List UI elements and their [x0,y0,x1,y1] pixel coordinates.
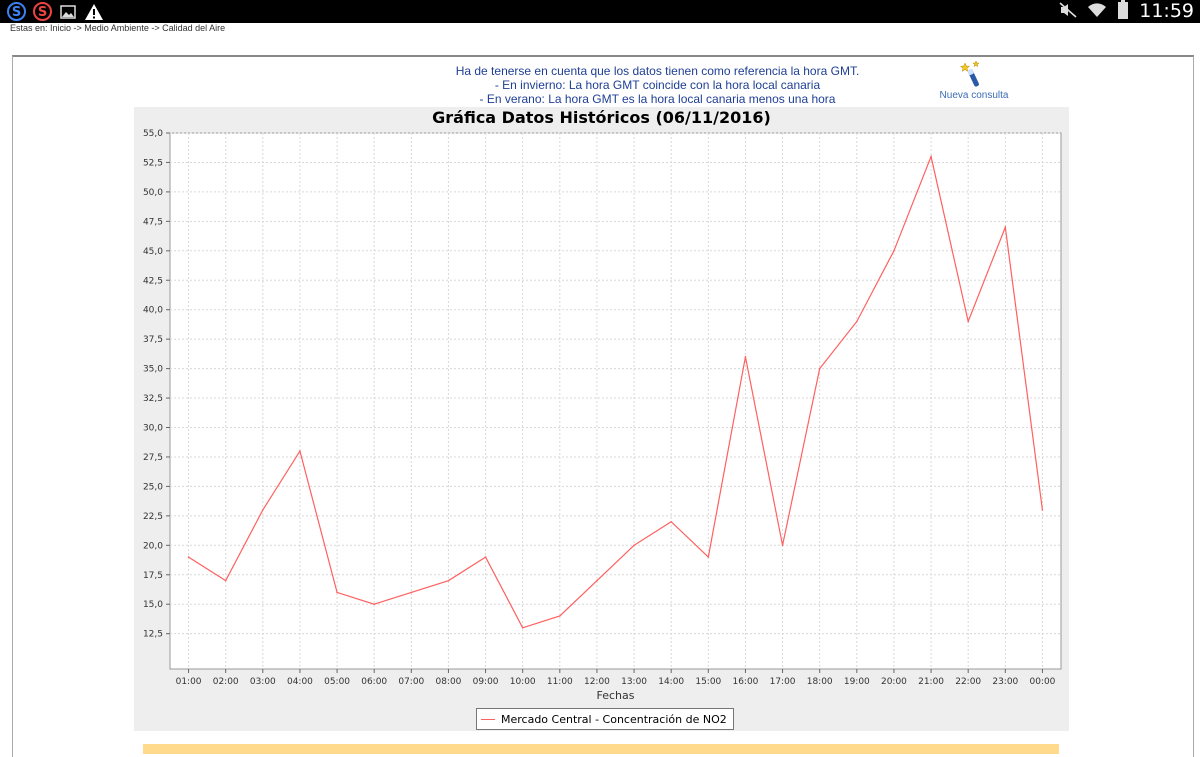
nueva-consulta-link[interactable]: Nueva consulta [930,59,1018,101]
data-point [1004,226,1007,229]
notice-line-1: Ha de tenerse en cuenta que los datos ti… [455,64,860,78]
svg-text:S: S [11,5,20,20]
x-tick-label: 07:00 [398,677,424,687]
data-point [670,520,672,523]
data-point [818,367,821,370]
x-tick-label: 01:00 [176,677,202,687]
chart-legend: Mercado Central - Concentración de NO2 [476,708,734,730]
mute-icon [1059,1,1077,22]
x-tick-label: 11:00 [547,677,573,687]
x-tick-label: 02:00 [213,677,239,687]
y-tick-label: 50,0 [143,188,163,198]
y-tick-label: 15,0 [143,600,163,610]
data-point [856,320,858,323]
data-point [707,556,710,558]
status-bar: S S 11:59 [0,0,1200,23]
y-tick-label: 12,5 [143,630,163,640]
x-axis-label: Fechas [597,689,635,702]
y-tick-label: 27,5 [143,453,163,463]
warning-icon [84,2,104,21]
bottom-banner [143,744,1059,754]
y-tick-label: 40,0 [143,306,163,316]
x-tick-label: 21:00 [918,677,944,687]
data-point [633,544,635,547]
data-point [521,626,524,629]
y-tick-label: 47,5 [143,217,163,227]
image-icon [58,2,78,21]
x-tick-label: 08:00 [435,677,461,687]
data-point [967,320,969,323]
x-tick-label: 06:00 [361,677,387,687]
y-tick-label: 45,0 [143,247,163,257]
data-point [410,591,413,594]
data-point [596,579,598,582]
magic-wand-icon [959,60,980,87]
data-point [373,603,375,606]
y-tick-label: 32,5 [143,394,163,404]
data-point [224,579,227,582]
y-tick-label: 17,5 [143,571,163,581]
y-tick-label: 42,5 [143,276,163,286]
x-tick-label: 20:00 [881,677,907,687]
data-point [893,250,895,252]
chart-panel: Gráfica Datos Históricos (06/11/2016) 12… [134,107,1069,731]
battery-icon [1117,0,1129,23]
x-tick-label: 00:00 [1029,677,1055,687]
x-tick-label: 05:00 [324,677,350,687]
y-tick-label: 35,0 [143,365,163,375]
x-tick-label: 10:00 [510,677,536,687]
nueva-consulta-label[interactable]: Nueva consulta [940,90,1009,101]
x-tick-label: 19:00 [844,677,870,687]
data-point [1041,509,1044,511]
y-tick-label: 37,5 [143,335,163,345]
line-chart: 12,5 15,0 17,5 20,0 22,5 25,0 27,5 30,0 32,5 35,0… [143,129,1062,702]
data-point [744,356,747,358]
y-tick-label: 22,5 [143,512,163,522]
x-tick-label: 09:00 [473,677,499,687]
x-tick-label: 16:00 [732,677,758,687]
status-time: 11:59 [1139,0,1194,22]
x-tick-label: 14:00 [658,677,684,687]
x-tick-label: 13:00 [621,677,647,687]
data-point [187,556,190,558]
x-tick-label: 17:00 [770,677,796,687]
legend-label: Mercado Central - Concentración de NO2 [501,712,727,726]
legend-swatch [481,718,495,720]
y-tick-label: 20,0 [143,541,163,551]
y-tick-label: 30,0 [143,424,163,434]
x-tick-label: 23:00 [992,677,1018,687]
data-point [559,615,561,617]
plot-area [169,132,1062,670]
x-tick-label: 12:00 [584,677,610,687]
breadcrumb: Estas en: Inicio -> Medio Ambiente -> Ca… [10,23,226,33]
wifi-icon [1087,2,1107,22]
data-point [781,544,784,547]
y-tick-label: 55,0 [143,129,163,139]
data-point [299,450,301,452]
gmt-notice: Ha de tenerse en cuenta que los datos ti… [400,64,915,106]
s-blue-icon: S [6,2,26,21]
data-point [447,579,450,582]
data-point [336,591,338,594]
x-tick-label: 22:00 [955,677,981,687]
x-tick-label: 04:00 [287,677,313,687]
x-tick-label: 03:00 [250,677,276,687]
x-tick-label: 15:00 [695,677,721,687]
s-red-icon: S [32,2,52,21]
data-point [262,509,264,511]
y-tick-label: 25,0 [143,482,163,492]
notice-line-2: - En invierno: La hora GMT coincide con … [494,78,821,92]
data-point [484,556,487,558]
x-tick-label: 18:00 [807,677,833,687]
y-tick-label: 52,5 [143,158,163,168]
notice-line-3: - En verano: La hora GMT es la hora loca… [479,92,836,106]
svg-text:S: S [37,5,46,20]
data-point [930,155,932,158]
